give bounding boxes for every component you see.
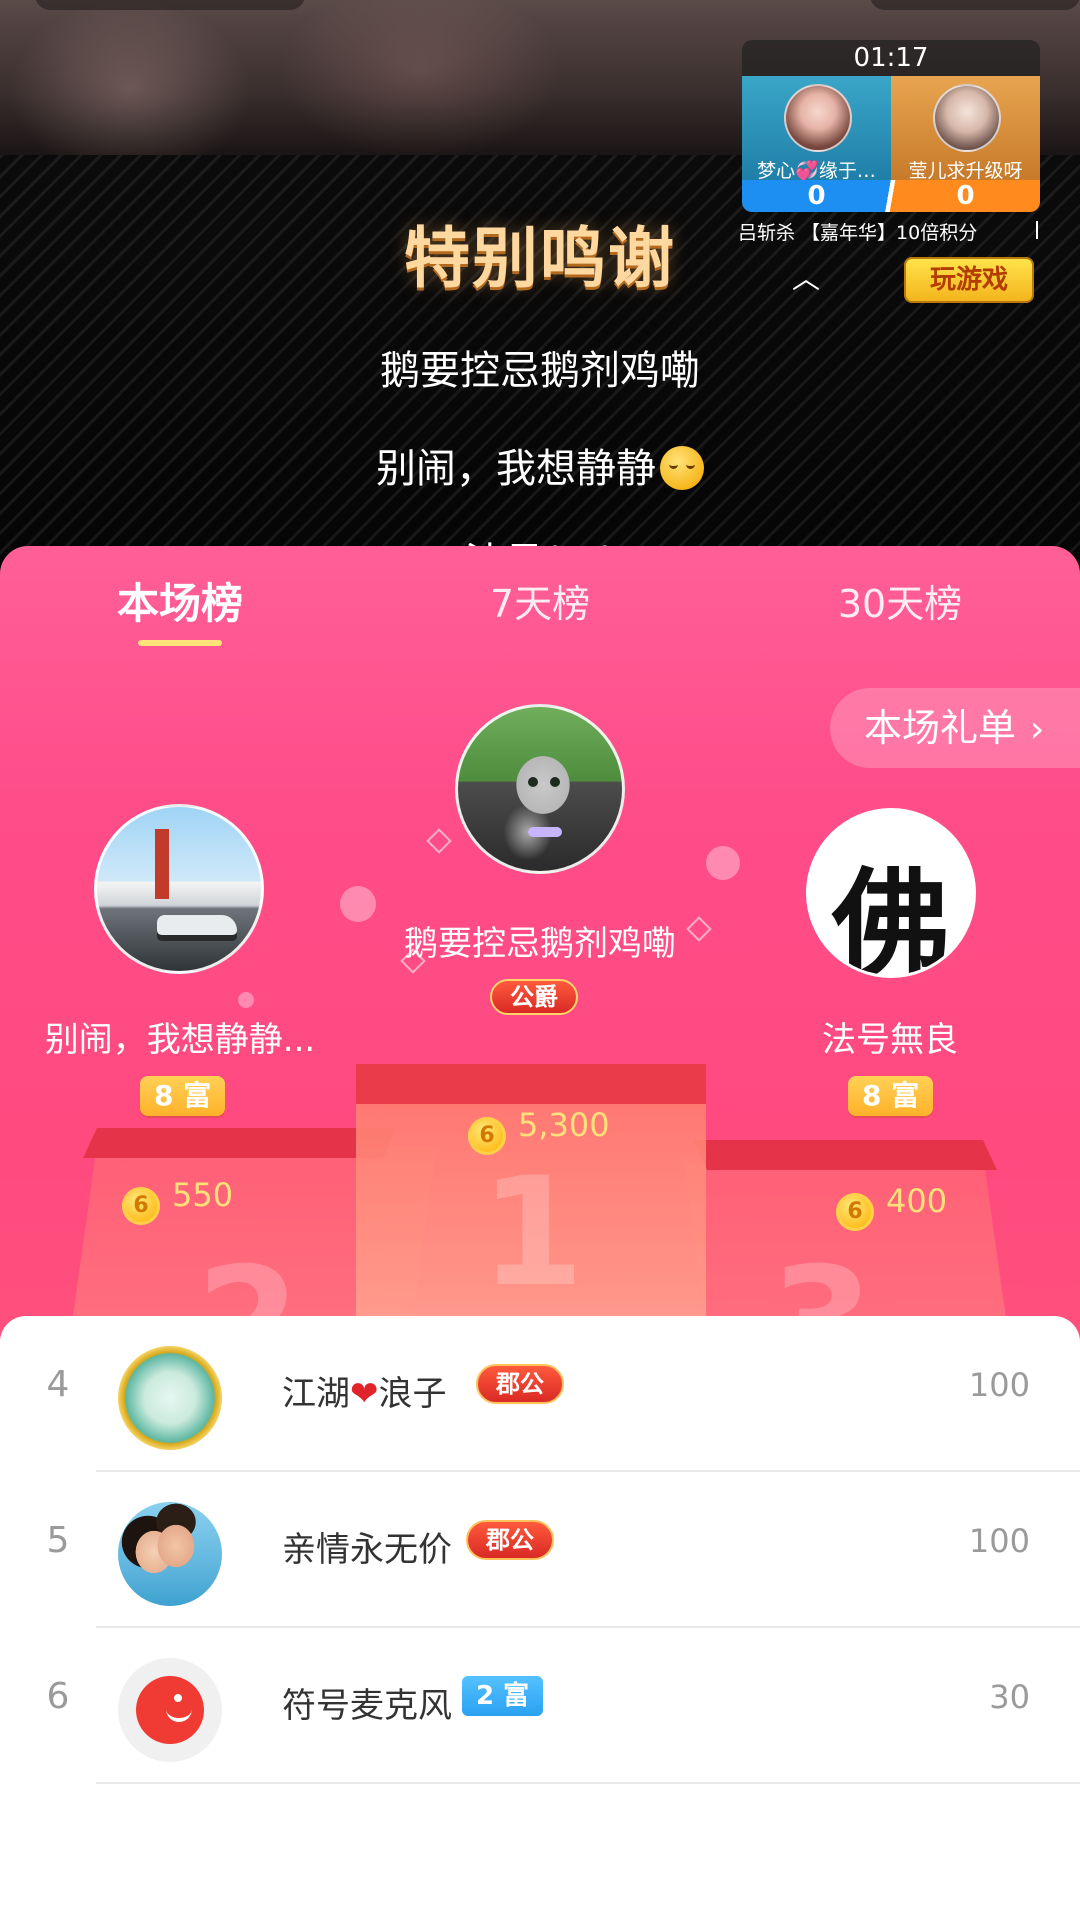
special-thanks-title: 特别鸣谢 <box>404 220 676 297</box>
rank1-noble-badge: 公爵 <box>490 979 578 1015</box>
row-divider <box>96 1782 1080 1784</box>
pk-timer: 01:17 <box>853 43 929 73</box>
rank1-coins: 6 5,300 <box>468 1106 610 1155</box>
sparkle-decoration <box>238 992 254 1008</box>
rank3-wealth-badge: 8 富 <box>848 1076 934 1116</box>
tab-7-days[interactable]: 7天榜 <box>440 574 640 634</box>
list-item[interactable]: 4 江湖❤浪子 郡公 100 <box>0 1316 1080 1472</box>
chevron-right-icon: › <box>1030 709 1045 750</box>
relieved-face-icon <box>660 446 704 490</box>
noble-badge: 郡公 <box>476 1364 564 1404</box>
list-item[interactable]: 5 亲情永无价 郡公 100 <box>0 1472 1080 1628</box>
row-rank: 4 <box>46 1364 70 1405</box>
row-name: 亲情永无价 <box>282 1530 452 1570</box>
rank1-name: 鹅要控忌鹅剂鸡嘞 <box>404 924 676 964</box>
top-left-pill <box>35 0 305 10</box>
rank2-avatar[interactable] <box>94 804 264 974</box>
wink-face-icon <box>136 1676 204 1744</box>
tab-30-days[interactable]: 30天榜 <box>800 574 1000 634</box>
podium-number-1: 1 <box>480 1146 585 1320</box>
play-game-button[interactable]: 玩游戏 <box>904 257 1034 303</box>
row-name: 江湖❤浪子 <box>282 1374 447 1414</box>
top-right-pill <box>870 0 1080 10</box>
rank3-avatar[interactable]: 佛 <box>806 808 976 978</box>
pk-score-bar: 0 0 <box>742 180 1040 212</box>
buddha-calligraphy: 佛 <box>831 855 950 978</box>
podium-first-top <box>356 1064 706 1104</box>
pk-right-score: 0 <box>956 181 975 211</box>
row-value: 100 <box>968 1522 1030 1560</box>
row-avatar[interactable] <box>118 1346 222 1450</box>
thanks-name-1: 鹅要控忌鹅剂鸡嘞 <box>380 348 700 394</box>
ticker-cursor <box>1036 221 1038 239</box>
rank3-coins: 6 400 <box>836 1182 947 1231</box>
row-avatar[interactable] <box>118 1658 222 1762</box>
heart-icon: ❤ <box>350 1374 379 1414</box>
thanks-name-2: 别闹，我想静静 <box>0 436 1080 494</box>
active-tab-indicator <box>138 640 222 646</box>
row-rank: 5 <box>46 1520 70 1561</box>
row-value: 100 <box>968 1366 1030 1404</box>
row-value: 30 <box>989 1678 1030 1716</box>
live-stream-area: 特别鸣谢 鹅要控忌鹅剂鸡嘞 别闹，我想静静 法号(…) 01:17 梦心💞缘于…… <box>0 0 1080 570</box>
wealth-badge: 2 富 <box>462 1676 544 1716</box>
pk-left-team[interactable]: 梦心💞缘于… <box>742 76 891 182</box>
pk-ticker: 吕斩杀 【嘉年华】10倍积分 <box>738 222 978 244</box>
list-item[interactable]: 6 符号麦克风 2 富 30 <box>0 1628 1080 1784</box>
row-avatar[interactable] <box>118 1502 222 1606</box>
sparkle-decoration <box>706 846 740 880</box>
rank3-name: 法号無良 <box>822 1020 958 1060</box>
row-name: 符号麦克风 <box>282 1686 452 1726</box>
noble-badge: 郡公 <box>466 1520 554 1560</box>
coin-icon: 6 <box>468 1117 506 1155</box>
pk-right-team[interactable]: 莹儿求升级呀 <box>891 76 1040 182</box>
gift-list-label: 本场礼单 <box>864 706 1017 750</box>
tab-this-session[interactable]: 本场榜 <box>80 574 280 634</box>
rank2-name: 别闹，我想静静... <box>44 1020 316 1060</box>
rank2-coins: 6 550 <box>122 1176 233 1225</box>
podium-second-top <box>83 1128 397 1158</box>
rank2-wealth-badge: 8 富 <box>140 1076 226 1116</box>
chevron-up-icon[interactable]: ︿ <box>792 265 820 293</box>
podium-third-top <box>693 1140 997 1170</box>
gift-list-button[interactable]: 本场礼单 › <box>830 688 1080 768</box>
pk-left-name: 梦心💞缘于… <box>757 160 876 182</box>
pk-left-score: 0 <box>807 181 826 211</box>
pk-right-name: 莹儿求升级呀 <box>908 160 1023 182</box>
coin-icon: 6 <box>836 1193 874 1231</box>
rank1-avatar[interactable] <box>455 704 625 874</box>
ranking-list: 4 江湖❤浪子 郡公 100 5 亲情永无价 郡公 100 6 符号麦克风 2 … <box>0 1316 1080 1920</box>
pk-right-avatar[interactable] <box>933 84 1001 152</box>
pk-left-avatar[interactable] <box>784 84 852 152</box>
ranking-tabs: 本场榜 7天榜 30天榜 <box>0 546 1080 666</box>
coin-icon: 6 <box>122 1187 160 1225</box>
row-rank: 6 <box>46 1676 70 1717</box>
pk-battle-widget[interactable]: 01:17 梦心💞缘于… 莹儿求升级呀 0 0 <box>742 40 1040 212</box>
